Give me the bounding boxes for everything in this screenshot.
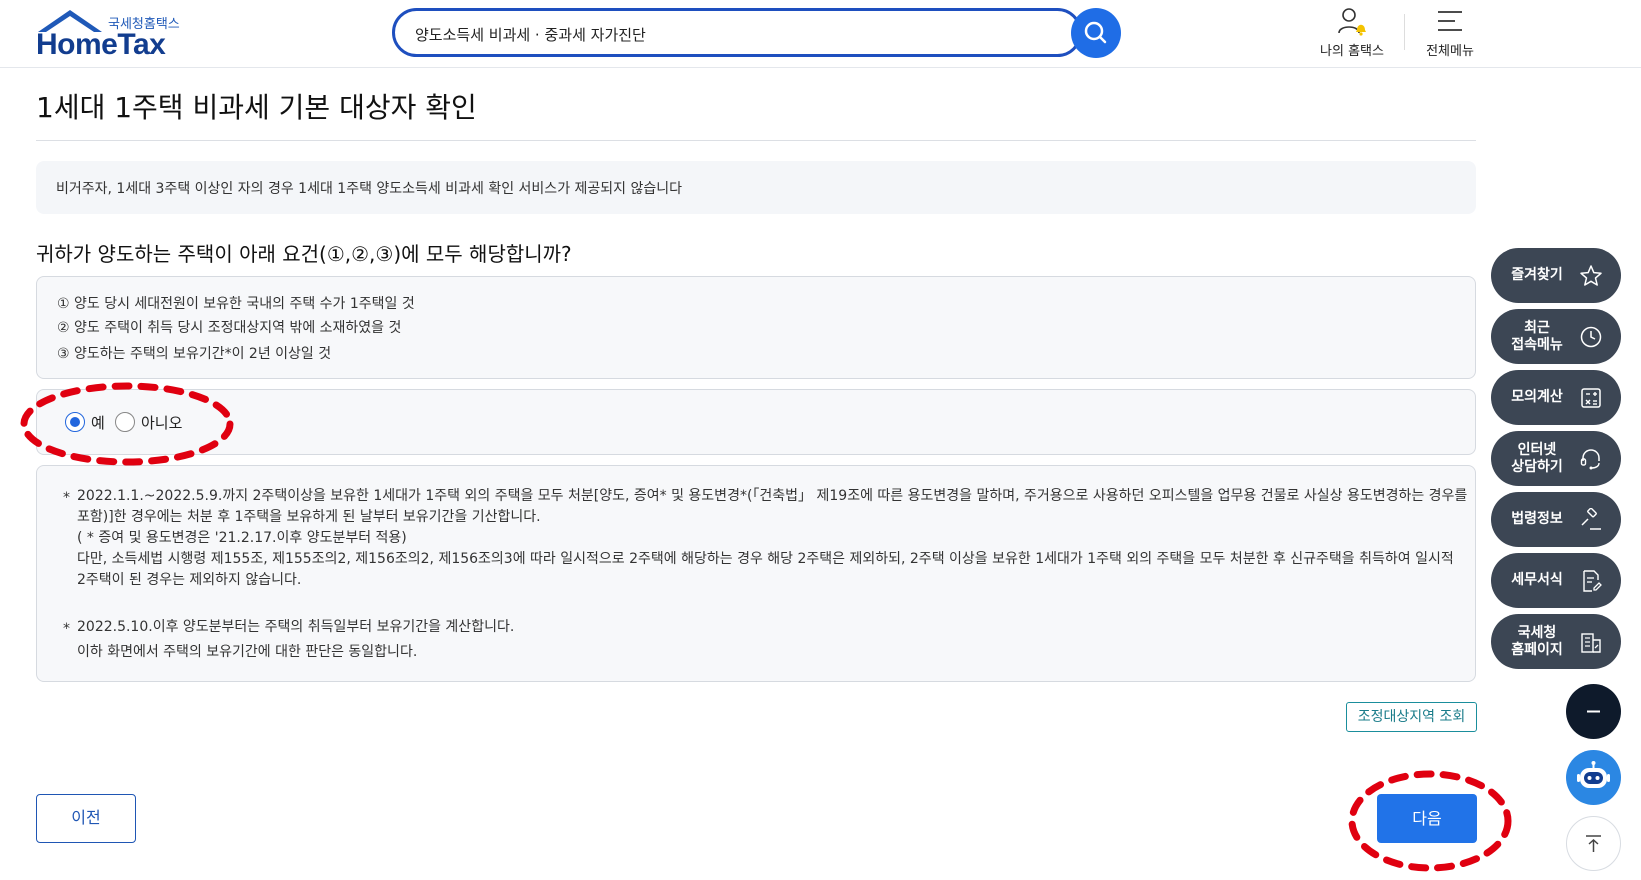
annotation-circle-radio — [20, 382, 234, 466]
note-line-7: 이하 화면에서 주택의 보유기간에 대한 판단은 동일합니다. — [77, 644, 418, 660]
nts-label-1: 국세청 — [1517, 625, 1557, 641]
requirement-2: ② 양도 주택이 취득 당시 조정대상지역 밖에 소재하였을 것 — [57, 320, 402, 336]
star-icon — [1580, 265, 1602, 286]
answer-box: 예 아니오 — [36, 389, 1476, 455]
requirement-3: ③ 양도하는 주택의 보유기간*이 2년 이상일 것 — [57, 346, 332, 362]
arrow-up-icon — [1586, 835, 1601, 852]
law-info-button[interactable]: 법령정보 — [1491, 492, 1621, 547]
header: 국세청홈택스 HomeTax 양도소득세 비과세 · 중과세 자가진단 나의 홈… — [0, 0, 1641, 68]
search-icon — [1084, 21, 1107, 44]
tax-forms-button[interactable]: 세무서식 — [1491, 553, 1621, 608]
note-line-1: 2022.1.1.~2022.5.9.까지 2주택이상을 보유한 1세대가 1주… — [77, 488, 1468, 504]
gavel-icon — [1581, 508, 1601, 530]
hometax-logo[interactable]: 국세청홈택스 HomeTax — [36, 8, 186, 61]
header-divider — [1404, 14, 1405, 50]
favorites-button[interactable]: 즐겨찾기 — [1491, 248, 1621, 303]
nts-homepage-button[interactable]: 국세청 홈페이지 — [1491, 614, 1621, 669]
note-line-6: 2022.5.10.이후 양도분부터는 주택의 취득일부터 보유기간을 계산합니… — [77, 619, 515, 635]
recent-label-2: 접속메뉴 — [1511, 337, 1563, 353]
annotation-circle-next — [1348, 770, 1512, 872]
clock-icon — [1580, 326, 1602, 348]
title-divider — [36, 140, 1476, 141]
minus-icon — [1587, 710, 1600, 713]
note-line-3: ( * 증여 및 용도변경은 '21.2.17.이후 양도분부터 적용) — [77, 530, 407, 546]
my-hometax-label: 나의 홈택스 — [1320, 44, 1384, 59]
user-bell-icon — [1338, 8, 1366, 36]
online-consult-button[interactable]: 인터넷 상담하기 — [1491, 431, 1621, 486]
calculator-icon — [1581, 388, 1601, 408]
note-star-1: * — [63, 490, 70, 506]
headset-icon — [1580, 449, 1600, 470]
note-line-5: 2주택이 된 경우는 제외하지 않습니다. — [77, 572, 302, 588]
question-text: 귀하가 양도하는 주택이 아래 요건(①,②,③)에 모두 해당합니까? — [36, 242, 572, 266]
notice-text: 비거주자, 1세대 3주택 이상인 자의 경우 1세대 1주택 양도소득세 비과… — [56, 181, 683, 197]
favorites-label: 즐겨찾기 — [1511, 267, 1563, 283]
nts-label-2: 홈페이지 — [1511, 642, 1563, 658]
requirements-box: ① 양도 당시 세대전원이 보유한 국내의 주택 수가 1주택일 것 ② 양도 … — [36, 276, 1476, 379]
search-value: 양도소득세 비과세 · 중과세 자가진단 — [415, 26, 646, 44]
note-star-2: * — [63, 621, 70, 637]
search-input[interactable]: 양도소득세 비과세 · 중과세 자가진단 — [392, 8, 1082, 57]
consult-label-2: 상담하기 — [1511, 459, 1563, 475]
notes-box: * 2022.1.1.~2022.5.9.까지 2주택이상을 보유한 1세대가 … — [36, 465, 1476, 682]
search-button[interactable] — [1071, 8, 1121, 58]
collapse-quickmenu-button[interactable] — [1566, 684, 1621, 739]
chatbot-button[interactable] — [1566, 750, 1621, 805]
note-line-2: 포함)]한 경우에는 처분 후 1주택을 보유하게 된 날부터 보유기간을 기산… — [77, 509, 541, 525]
all-menu-label: 전체메뉴 — [1426, 44, 1474, 59]
logo-title: HomeTax — [36, 28, 166, 61]
recent-menu-button[interactable]: 최근 접속메뉴 — [1491, 309, 1621, 364]
all-menu-button[interactable]: 전체메뉴 — [1410, 6, 1490, 59]
hamburger-icon — [1438, 11, 1462, 31]
adjusted-area-lookup-button[interactable]: 조정대상지역 조회 — [1346, 702, 1477, 732]
scroll-top-button[interactable] — [1566, 816, 1621, 871]
document-edit-icon — [1583, 570, 1602, 592]
forms-label: 세무서식 — [1511, 572, 1563, 588]
simulation-label: 모의계산 — [1511, 389, 1563, 405]
consult-label-1: 인터넷 — [1517, 442, 1557, 458]
page-title: 1세대 1주택 비과세 기본 대상자 확인 — [36, 91, 477, 124]
robot-icon — [1577, 761, 1610, 788]
building-icon — [1581, 633, 1601, 653]
prev-button[interactable]: 이전 — [36, 794, 136, 843]
notice-box: 비거주자, 1세대 3주택 이상인 자의 경우 1세대 1주택 양도소득세 비과… — [36, 161, 1476, 214]
recent-label-1: 최근 — [1524, 320, 1550, 336]
simulation-button[interactable]: 모의계산 — [1491, 370, 1621, 425]
law-label: 법령정보 — [1511, 511, 1563, 527]
my-hometax-button[interactable]: 나의 홈택스 — [1312, 6, 1392, 59]
requirement-1: ① 양도 당시 세대전원이 보유한 국내의 주택 수가 1주택일 것 — [57, 296, 415, 312]
note-line-4: 다만, 소득세법 시행령 제155조, 제155조의2, 제156조의2, 제1… — [77, 551, 1454, 567]
